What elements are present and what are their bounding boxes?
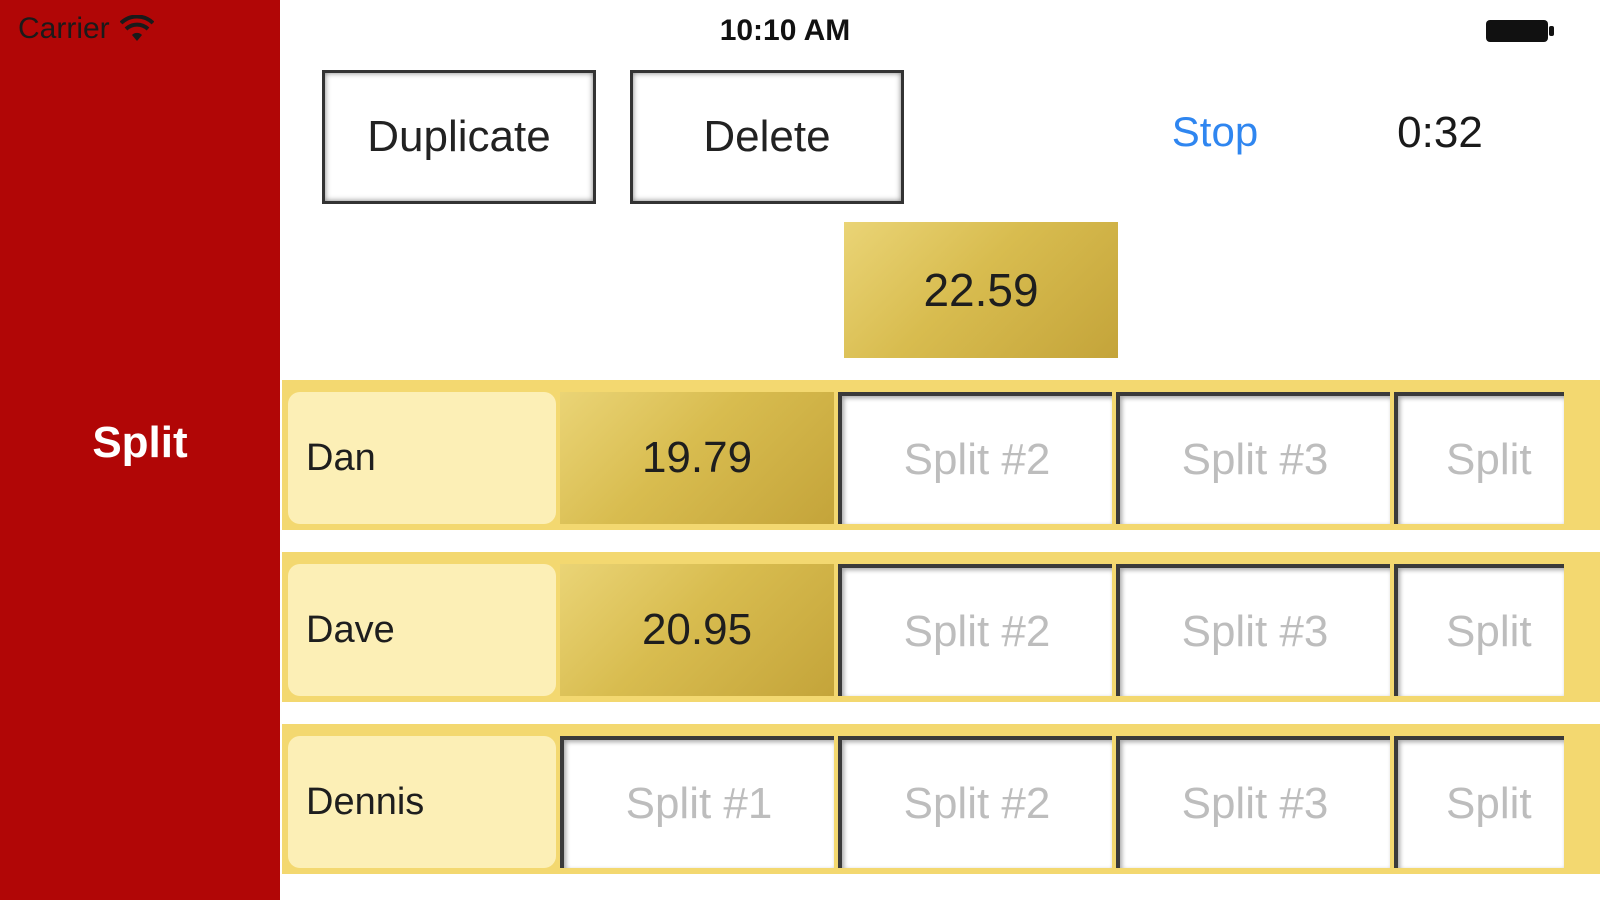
sidebar: Split — [0, 0, 280, 900]
split-cell[interactable]: Split #3 — [1116, 392, 1390, 524]
runner-row: Dennis Split #1 Split #2 Split #3 Split — [282, 724, 1600, 874]
battery-icon — [1486, 20, 1554, 42]
status-carrier: Carrier — [18, 12, 154, 46]
split-cell[interactable]: 20.95 — [560, 564, 834, 696]
split-cell[interactable]: Split — [1394, 736, 1564, 868]
split-cell[interactable]: Split — [1394, 392, 1564, 524]
runner-row: Dave 20.95 Split #2 Split #3 Split — [282, 552, 1600, 702]
stop-button[interactable]: Stop — [1140, 108, 1290, 156]
duplicate-button[interactable]: Duplicate — [322, 70, 596, 204]
split-cell[interactable]: Split #3 — [1116, 736, 1390, 868]
split-cell[interactable]: Split — [1394, 564, 1564, 696]
row-divider — [282, 702, 1600, 724]
runner-row: Dan 19.79 Split #2 Split #3 Split — [282, 380, 1600, 530]
split-cell[interactable]: 19.79 — [560, 392, 834, 524]
split-cell[interactable]: Split #2 — [838, 392, 1112, 524]
carrier-label: Carrier — [18, 12, 110, 45]
runner-name: Dan — [288, 392, 556, 524]
split-cell[interactable]: Split #2 — [838, 736, 1112, 868]
row-divider — [282, 530, 1600, 552]
status-time: 10:10 AM — [719, 14, 851, 47]
delete-button[interactable]: Delete — [630, 70, 904, 204]
target-time: 22.59 — [844, 222, 1118, 358]
split-cell[interactable]: Split #2 — [838, 564, 1112, 696]
app-screen: Split Carrier 10:10 AM Duplicate Delete … — [0, 0, 1600, 900]
split-cell[interactable]: Split #3 — [1116, 564, 1390, 696]
split-cell[interactable]: Split #1 — [560, 736, 834, 868]
runner-name: Dave — [288, 564, 556, 696]
sidebar-title[interactable]: Split — [0, 418, 280, 468]
runner-name: Dennis — [288, 736, 556, 868]
elapsed-timer: 0:32 — [1397, 108, 1483, 157]
wifi-icon — [119, 15, 154, 41]
